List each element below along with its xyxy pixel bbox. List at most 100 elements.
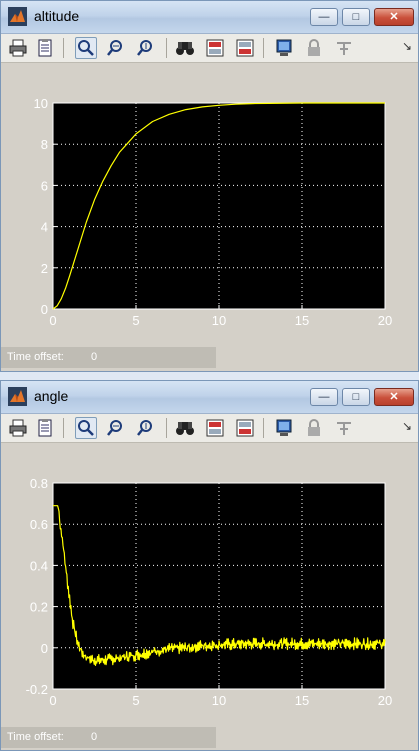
restore-axes-button[interactable] xyxy=(234,37,256,59)
y-tick-label: 0 xyxy=(41,302,48,317)
signal-selection-icon xyxy=(337,422,351,435)
y-tick-label: 8 xyxy=(41,137,48,152)
autoscale-icon xyxy=(176,42,194,55)
time-offset-label: Time offset: xyxy=(7,351,64,363)
lock-axes-button[interactable] xyxy=(303,417,325,439)
close-button[interactable]: ✕ xyxy=(374,8,414,26)
y-tick-label: 0 xyxy=(41,641,48,656)
close-icon: ✕ xyxy=(389,391,399,403)
save-axes-icon xyxy=(206,39,224,57)
restore-axes-button[interactable] xyxy=(234,417,256,439)
window-title: altitude xyxy=(34,8,80,24)
maximize-button[interactable]: □ xyxy=(342,388,370,406)
scope-toolbar: ↘ xyxy=(1,34,418,63)
autoscale-button[interactable] xyxy=(174,37,196,59)
maximize-button[interactable]: □ xyxy=(342,8,370,26)
print-icon xyxy=(9,39,27,57)
lock-axes-button[interactable] xyxy=(303,37,325,59)
save-axes-icon xyxy=(206,419,224,437)
minimize-button[interactable]: — xyxy=(310,388,338,406)
print-button[interactable] xyxy=(7,37,29,59)
title-bar[interactable]: angle — □ ✕ xyxy=(1,381,418,414)
print-icon xyxy=(9,419,27,437)
window-title: angle xyxy=(34,388,69,404)
time-offset-value: 0 xyxy=(91,731,98,743)
toolbar-overflow-icon[interactable]: ↘ xyxy=(402,39,412,53)
maximize-icon: □ xyxy=(352,391,360,403)
y-tick-label: 4 xyxy=(41,220,48,235)
parameters-button[interactable] xyxy=(34,37,56,59)
x-tick-label: 5 xyxy=(132,313,139,328)
altitude-scope-window: altitude — □ ✕ ↘ 0 5 10 15 20 0 2 4 6 8 … xyxy=(0,0,419,372)
plot-area: 0 5 10 15 20 -0.2 0 0.2 0.4 0.6 0.8 xyxy=(1,443,418,727)
zoom-x-button[interactable] xyxy=(105,417,127,439)
floating-scope-icon xyxy=(276,39,292,56)
y-tick-label: 6 xyxy=(41,178,48,193)
y-tick-label: 0.2 xyxy=(30,600,48,615)
y-tick-label: 0.4 xyxy=(30,558,48,573)
zoom-icon xyxy=(78,40,94,56)
minimize-icon: — xyxy=(318,391,330,403)
minimize-button[interactable]: — xyxy=(310,8,338,26)
time-offset-label: Time offset: xyxy=(7,731,64,743)
x-tick-label: 20 xyxy=(378,693,392,708)
print-button[interactable] xyxy=(7,417,29,439)
parameters-icon xyxy=(38,419,52,437)
matlab-icon xyxy=(8,387,27,406)
zoom-y-icon xyxy=(137,40,152,56)
status-bar: Time offset: 0 xyxy=(1,727,216,748)
parameters-button[interactable] xyxy=(34,417,56,439)
autoscale-icon xyxy=(176,422,194,435)
lock-axes-icon xyxy=(308,39,320,56)
y-tick-label: 0.8 xyxy=(30,476,48,491)
x-tick-label: 15 xyxy=(295,313,309,328)
close-button[interactable]: ✕ xyxy=(374,388,414,406)
signal-selection-button[interactable] xyxy=(333,37,355,59)
floating-scope-button[interactable] xyxy=(273,417,295,439)
x-tick-label: 15 xyxy=(295,693,309,708)
matlab-icon xyxy=(8,7,27,26)
close-icon: ✕ xyxy=(389,11,399,23)
zoom-x-icon xyxy=(107,40,122,56)
plot-background xyxy=(52,102,386,310)
title-bar[interactable]: altitude — □ ✕ xyxy=(1,1,418,34)
save-axes-button[interactable] xyxy=(204,37,226,59)
zoom-button[interactable] xyxy=(75,37,97,59)
angle-scope-window: angle — □ ✕ ↘ 0 5 10 15 20 -0.2 0 0.2 0.… xyxy=(0,380,419,751)
autoscale-button[interactable] xyxy=(174,417,196,439)
x-tick-label: 0 xyxy=(49,313,56,328)
x-tick-label: 10 xyxy=(212,313,226,328)
y-tick-label: 0.6 xyxy=(30,517,48,532)
y-tick-label: 10 xyxy=(34,96,48,111)
maximize-icon: □ xyxy=(352,11,360,23)
minimize-icon: — xyxy=(318,11,330,23)
zoom-x-icon xyxy=(107,420,122,436)
signal-selection-button[interactable] xyxy=(333,417,355,439)
x-tick-label: 10 xyxy=(212,693,226,708)
y-tick-label: -0.2 xyxy=(26,682,48,697)
altitude-chart[interactable]: 0 5 10 15 20 0 2 4 6 8 10 xyxy=(1,63,418,347)
scope-toolbar: ↘ xyxy=(1,414,418,443)
zoom-icon xyxy=(78,420,94,436)
time-offset-value: 0 xyxy=(91,351,98,363)
signal-selection-icon xyxy=(337,42,351,55)
save-axes-button[interactable] xyxy=(204,417,226,439)
x-tick-label: 0 xyxy=(49,693,56,708)
toolbar-overflow-icon[interactable]: ↘ xyxy=(402,419,412,433)
zoom-x-button[interactable] xyxy=(105,37,127,59)
y-tick-label: 2 xyxy=(41,261,48,276)
zoom-y-button[interactable] xyxy=(135,417,157,439)
zoom-y-button[interactable] xyxy=(135,37,157,59)
plot-area: 0 5 10 15 20 0 2 4 6 8 10 xyxy=(1,63,418,347)
floating-scope-icon xyxy=(276,419,292,436)
floating-scope-button[interactable] xyxy=(273,37,295,59)
zoom-button[interactable] xyxy=(75,417,97,439)
status-bar: Time offset: 0 xyxy=(1,347,216,368)
restore-axes-icon xyxy=(236,419,254,437)
x-tick-label: 5 xyxy=(132,693,139,708)
zoom-y-icon xyxy=(137,420,152,436)
lock-axes-icon xyxy=(308,419,320,436)
angle-chart[interactable]: 0 5 10 15 20-0.200.20.40.60.8 xyxy=(1,443,418,727)
parameters-icon xyxy=(38,39,52,57)
x-tick-label: 20 xyxy=(378,313,392,328)
